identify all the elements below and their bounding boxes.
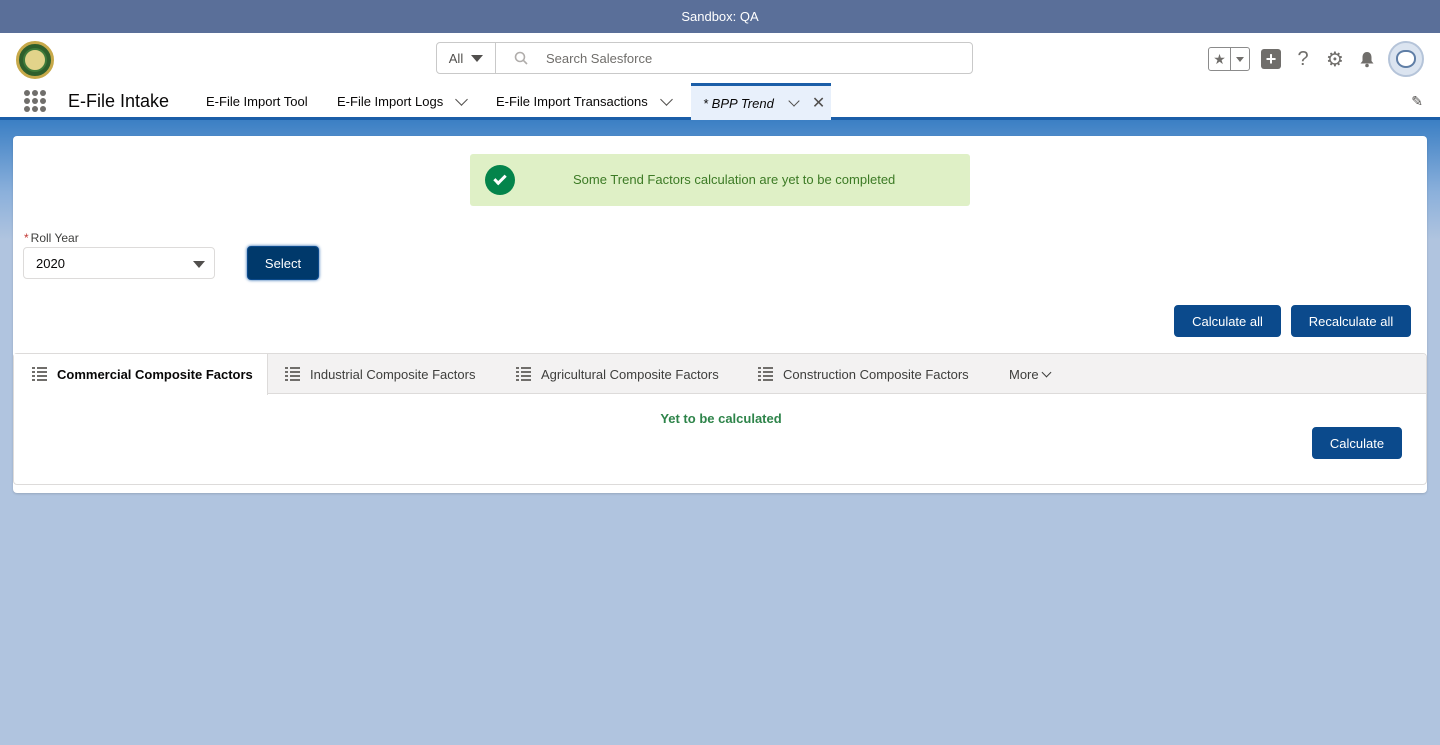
table-icon <box>32 367 47 382</box>
table-icon <box>285 366 300 382</box>
nav-item-label: E-File Import Tool <box>206 94 308 109</box>
tab-nav: Commercial Composite Factors Industrial … <box>14 354 1426 395</box>
org-logo[interactable] <box>16 41 54 79</box>
app-name: E-File Intake <box>68 91 170 111</box>
header-utility-icons: ★ + ? ⚙ <box>1208 41 1424 77</box>
tab-commercial-composite-factors[interactable]: Commercial Composite Factors <box>14 354 268 395</box>
search-icon <box>514 51 528 65</box>
tab-industrial-composite-factors[interactable]: Industrial Composite Factors <box>285 354 475 394</box>
global-actions-icon[interactable]: + <box>1260 48 1282 70</box>
search-input[interactable] <box>546 50 946 66</box>
user-avatar[interactable] <box>1388 41 1424 77</box>
caret-down-icon <box>193 261 205 268</box>
nav-item-label: E-File Import Transactions <box>496 94 648 109</box>
select-button[interactable]: Select <box>247 246 319 280</box>
chevron-down-icon[interactable] <box>788 94 800 107</box>
search-scope-dropdown[interactable]: All <box>437 43 496 73</box>
chevron-down-icon[interactable] <box>455 92 469 106</box>
table-icon <box>758 366 773 382</box>
app-nav-bar: E-File Intake E-File Import Tool E-File … <box>0 83 1440 120</box>
edit-nav-pencil-icon[interactable]: ✎ <box>1411 93 1423 110</box>
nav-item-efile-import-transactions[interactable]: E-File Import Transactions <box>496 83 673 120</box>
nav-item-efile-import-logs[interactable]: E-File Import Logs <box>337 83 469 120</box>
sandbox-label: Sandbox: QA <box>681 9 759 24</box>
tab-construction-composite-factors[interactable]: Construction Composite Factors <box>758 354 969 394</box>
tab-agricultural-composite-factors[interactable]: Agricultural Composite Factors <box>516 354 719 394</box>
recalculate-all-button[interactable]: Recalculate all <box>1291 305 1411 337</box>
sandbox-banner: Sandbox: QA <box>0 0 1440 33</box>
setup-gear-icon[interactable]: ⚙ <box>1324 48 1346 71</box>
notifications-bell-icon[interactable] <box>1356 48 1378 70</box>
tab-more[interactable]: More <box>1009 354 1052 394</box>
calculation-status-text: Yet to be calculated <box>660 411 782 426</box>
nav-tab-label: * BPP Trend <box>703 95 774 111</box>
tab-label: Agricultural Composite Factors <box>541 366 719 382</box>
nav-item-efile-import-tool[interactable]: E-File Import Tool <box>206 83 308 120</box>
composite-factors-tabset: Commercial Composite Factors Industrial … <box>13 353 1427 485</box>
favorites-button-group: ★ <box>1208 47 1250 71</box>
calculate-all-button[interactable]: Calculate all <box>1174 305 1281 337</box>
close-icon[interactable]: ✕ <box>812 93 825 113</box>
chevron-down-icon[interactable] <box>659 92 673 106</box>
tab-label: Commercial Composite Factors <box>57 367 253 382</box>
nav-tab-bpp-trend[interactable]: * BPP Trend ✕ <box>691 83 831 120</box>
app-launcher-icon[interactable] <box>24 90 46 112</box>
global-header: All ★ + ? ⚙ <box>0 33 1440 83</box>
bpp-trend-card: Some Trend Factors calculation are yet t… <box>13 136 1427 493</box>
status-toast: Some Trend Factors calculation are yet t… <box>470 154 970 206</box>
roll-year-value: 2020 <box>36 255 65 271</box>
tab-label: Industrial Composite Factors <box>310 366 476 382</box>
tab-more-label: More <box>1009 366 1039 382</box>
nav-item-label: E-File Import Logs <box>337 94 444 109</box>
search-field[interactable] <box>496 43 972 73</box>
calculate-button[interactable]: Calculate <box>1312 427 1402 459</box>
help-icon[interactable]: ? <box>1292 48 1314 70</box>
caret-down-icon <box>471 54 484 62</box>
global-search: All <box>436 42 973 74</box>
success-check-icon <box>485 165 515 195</box>
toast-message: Some Trend Factors calculation are yet t… <box>573 172 896 187</box>
search-scope-label: All <box>448 50 464 66</box>
table-icon <box>516 366 531 382</box>
favorites-dropdown-icon[interactable] <box>1231 48 1249 70</box>
roll-year-label: * Roll Year <box>24 231 79 245</box>
roll-year-select[interactable]: 2020 <box>23 247 215 279</box>
favorites-star-icon[interactable]: ★ <box>1209 48 1231 70</box>
tab-label: Construction Composite Factors <box>783 366 969 382</box>
chevron-down-icon <box>1041 367 1052 377</box>
required-asterisk: * <box>24 231 29 245</box>
